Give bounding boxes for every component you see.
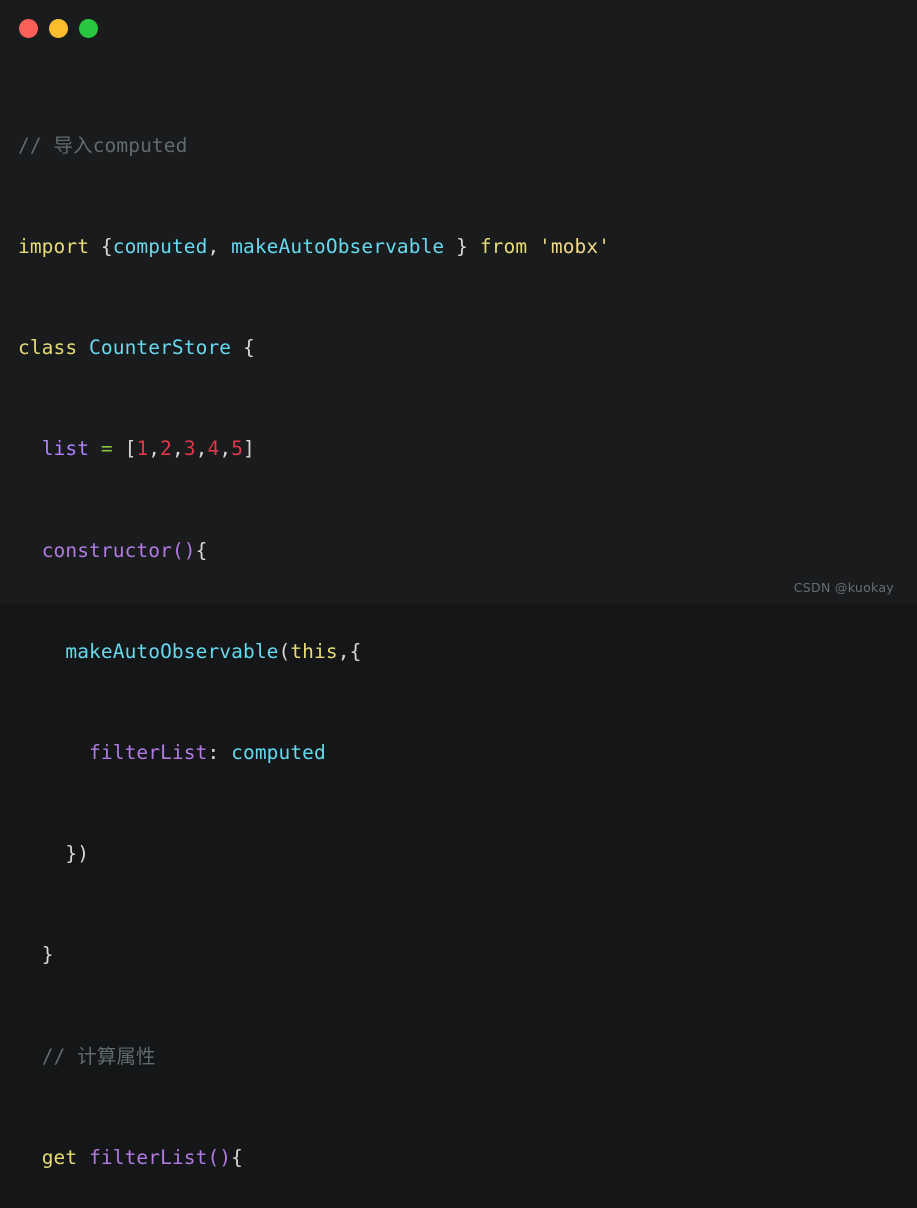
comment-token: // 导入computed [18,133,188,157]
number-token: 1 [136,437,149,461]
identifier-token: list [41,437,90,461]
comment-token: // 计算属性 [41,1044,156,1068]
maximize-window-button[interactable] [79,19,98,38]
code-line: list = [1,2,3,4,5] [18,436,917,461]
class-name-token: CounterStore [89,336,232,360]
code-line: }) [18,841,917,866]
code-line: class CounterStore { [18,335,917,360]
code-block: // 导入computed import {computed, makeAuto… [0,57,917,1208]
punct-token: ] [243,437,255,461]
keyword-token: get [41,1145,78,1169]
close-window-button[interactable] [19,19,38,38]
code-screenshot-window: // 导入computed import {computed, makeAuto… [0,0,917,1169]
number-token: 4 [207,437,220,461]
punct-token: { [195,538,208,562]
punct-token: : [207,741,220,765]
code-line: } [18,942,917,967]
punct-token: , [207,235,220,259]
window-titlebar [0,0,917,57]
number-token: 5 [231,437,244,461]
punct-token: ) [77,842,90,866]
code-line: makeAutoObservable(this,{ [18,639,917,664]
punct-token: , [148,437,161,461]
keyword-token: import [18,235,90,259]
punct-token: , [337,639,350,663]
keyword-token: class [18,336,78,360]
punct-token: { [242,336,255,360]
punct-token: , [195,437,208,461]
punct-token: () [171,538,196,562]
code-line: // 导入computed [18,133,917,158]
punct-token: } [456,235,468,259]
minimize-window-button[interactable] [49,19,68,38]
operator-token: = [100,437,113,461]
string-token: 'mobx' [539,235,611,259]
identifier-token: computed [231,741,326,765]
code-line: filterList: computed [18,740,917,765]
punct-token: { [100,235,113,259]
punct-token: } [65,842,78,866]
punct-token: , [171,437,184,461]
code-line: get filterList(){ [18,1145,917,1170]
identifier-token: makeAutoObservable [231,235,445,259]
identifier-token: constructor [41,538,172,562]
punct-token: { [231,1145,243,1169]
punct-token: ( [278,639,291,663]
punct-token: , [219,437,232,461]
code-line: // 计算属性 [18,1044,917,1069]
code-line: constructor(){ [18,538,917,563]
watermark-text: CSDN @kuokay [793,580,894,595]
identifier-token: filterList [89,741,208,765]
number-token: 2 [160,437,172,461]
identifier-token: computed [112,235,208,259]
punct-token: () [207,1145,232,1169]
number-token: 3 [183,437,196,461]
punct-token: } [41,943,54,967]
keyword-token: this [290,639,338,663]
keyword-token: from [479,235,528,259]
code-line: import {computed, makeAutoObservable } f… [18,234,917,259]
identifier-token: filterList [89,1145,208,1169]
punct-token: [ [124,437,137,461]
identifier-token: makeAutoObservable [65,639,279,663]
punct-token: { [349,639,362,663]
